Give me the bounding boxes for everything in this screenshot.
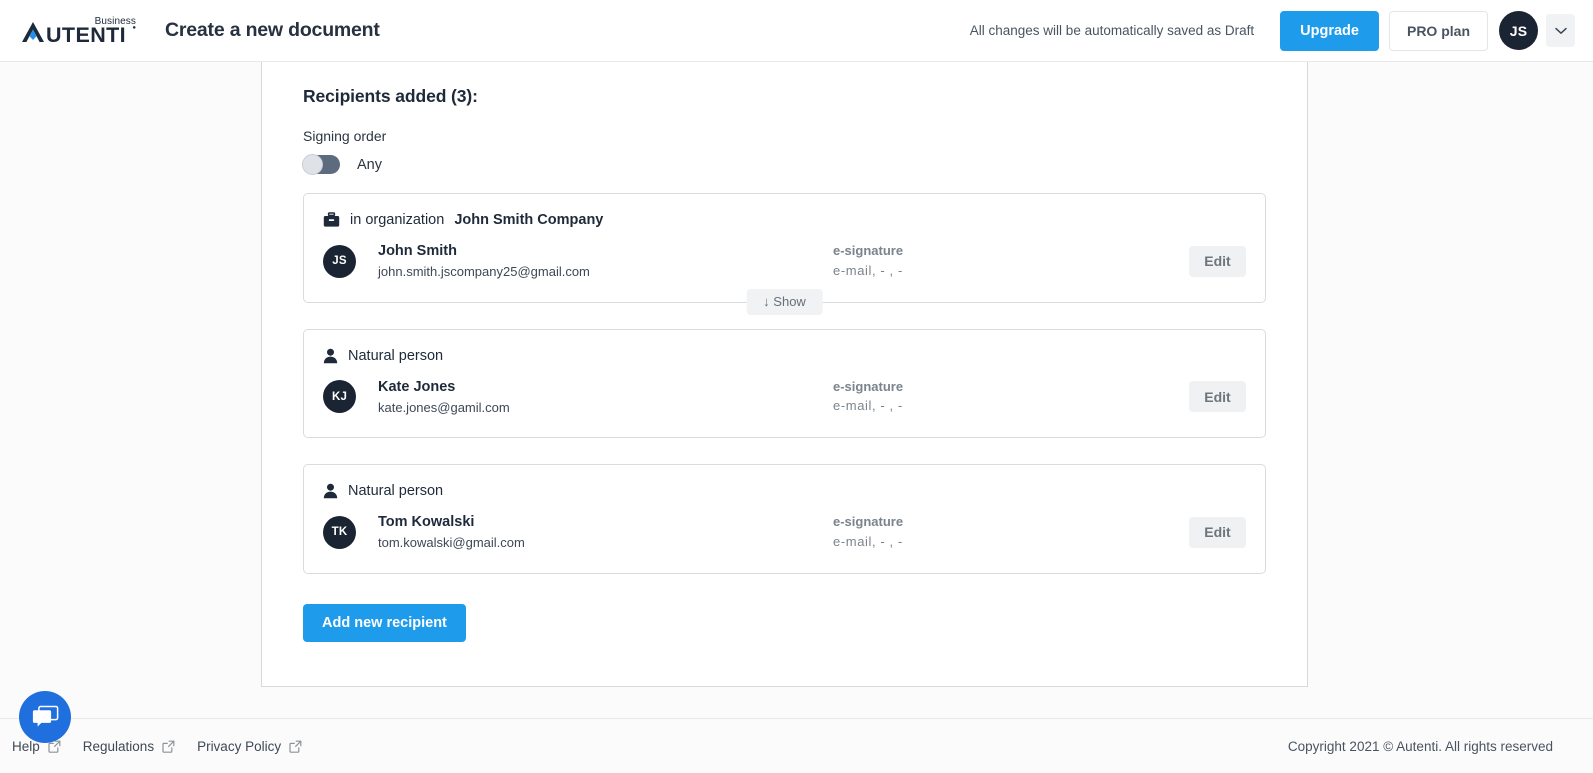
recipient-type-row: in organization John Smith Company: [323, 212, 1246, 228]
recipient-type-row: Natural person: [323, 348, 1246, 364]
recipient-signature-meta: e-signature e-mail, - , -: [833, 241, 1163, 281]
signing-order-label: Signing order: [303, 128, 387, 144]
show-details-button[interactable]: ↓ Show: [746, 288, 823, 315]
footer-link-label: Privacy Policy: [197, 738, 282, 754]
external-link-icon: [289, 740, 302, 753]
upgrade-button[interactable]: Upgrade: [1280, 10, 1379, 51]
page-title: Create a new document: [165, 19, 380, 41]
recipient-name: Kate Jones: [378, 378, 456, 395]
header-actions: All changes will be automatically saved …: [969, 10, 1593, 51]
signature-type: e-signature: [833, 378, 904, 394]
recipients-heading: Recipients added (3):: [303, 86, 478, 106]
chat-widget-button[interactable]: [19, 691, 71, 743]
recipient-avatar: TK: [323, 515, 356, 549]
footer-link-label: Regulations: [82, 738, 155, 754]
recipient-signature-meta: e-signature e-mail, - , -: [833, 377, 1163, 417]
panel-content: Recipients added (3): Signing order Any …: [262, 62, 1307, 642]
signature-type: e-signature: [833, 243, 904, 259]
recipient-email: john.smith.jscompany25@gmail.com: [378, 264, 590, 280]
recipient-card: Natural person KJ Kate Jones kate.jones@gam…: [303, 328, 1266, 439]
delivery-method: e-mail, - , -: [833, 533, 903, 549]
recipient-avatar: JS: [323, 244, 356, 278]
recipient-email: kate.jones@gamil.com: [378, 399, 510, 415]
recipient-body: TK Tom Kowalski tom.kowalski@gmail.com e-si…: [323, 512, 1246, 553]
edit-recipient-button[interactable]: Edit: [1189, 516, 1246, 548]
edit-recipient-button[interactable]: Edit: [1189, 245, 1246, 277]
pro-plan-button[interactable]: PRO plan: [1388, 10, 1488, 51]
logo-business-label: Business: [94, 15, 136, 27]
recipient-avatar: KJ: [323, 380, 356, 414]
footer-link-regulations[interactable]: Regulations: [83, 739, 175, 754]
account-menu-button[interactable]: [1546, 14, 1575, 47]
app-header: UTENTI Business Create a new document Al…: [0, 0, 1593, 62]
recipient-type-label: Natural person: [348, 483, 444, 500]
recipient-card: Natural person TK Tom Kowalski tom.kowalski…: [303, 464, 1266, 574]
signing-order-value: Any: [357, 156, 382, 173]
recipient-identity: John Smith john.smith.jscompany25@gmail.c…: [378, 241, 833, 282]
briefcase-icon: [323, 212, 340, 227]
external-link-icon: [162, 740, 175, 753]
recipient-identity: Kate Jones kate.jones@gamil.com: [378, 377, 833, 418]
recipient-signature-meta: e-signature e-mail, - , -: [833, 512, 1163, 552]
signing-order-row: Any: [302, 154, 1266, 175]
person-icon: [323, 483, 338, 499]
recipient-body: JS John Smith john.smith.jscompany25@gmail…: [323, 241, 1246, 282]
delivery-method: e-mail, - , -: [833, 262, 903, 278]
footer-link-privacy-policy[interactable]: Privacy Policy: [197, 739, 302, 754]
chat-bubble-icon: [32, 705, 58, 727]
recipient-name: John Smith: [378, 243, 457, 259]
recipient-identity: Tom Kowalski tom.kowalski@gmail.com: [378, 512, 833, 553]
person-icon: [323, 348, 338, 363]
recipient-card-list: in organization John Smith Company JS John …: [303, 193, 1266, 574]
recipient-type-label: Natural person: [348, 347, 444, 364]
chevron-down-icon: [1554, 27, 1567, 34]
edit-recipient-button[interactable]: Edit: [1189, 381, 1246, 413]
recipient-name: Tom Kowalski: [378, 514, 475, 531]
copyright-text: Copyright 2021 © Autenti. All rights res…: [1287, 738, 1553, 754]
autosave-note: All changes will be automatically saved …: [969, 23, 1255, 38]
main-panel: Recipients added (3): Signing order Any …: [261, 62, 1308, 687]
recipient-type-label: John Smith Company: [454, 212, 604, 228]
delivery-method: e-mail, - , -: [833, 398, 903, 414]
recipient-body: KJ Kate Jones kate.jones@gamil.com e-signat…: [323, 377, 1246, 418]
recipient-email: tom.kowalski@gmail.com: [378, 535, 525, 551]
recipient-card: in organization John Smith Company JS John …: [303, 193, 1266, 315]
toggle-knob: [302, 154, 323, 175]
recipient-type-prefix: in organization: [350, 212, 445, 228]
recipient-type-row: Natural person: [323, 483, 1246, 499]
app-footer: Help Regulations Privacy Policy Copyright …: [0, 718, 1593, 773]
signing-order-toggle[interactable]: [302, 154, 340, 175]
autenti-logo[interactable]: UTENTI Business: [20, 15, 138, 44]
signature-type: e-signature: [833, 514, 904, 530]
avatar[interactable]: JS: [1499, 11, 1538, 50]
add-new-recipient-button[interactable]: Add new recipient: [303, 603, 466, 642]
